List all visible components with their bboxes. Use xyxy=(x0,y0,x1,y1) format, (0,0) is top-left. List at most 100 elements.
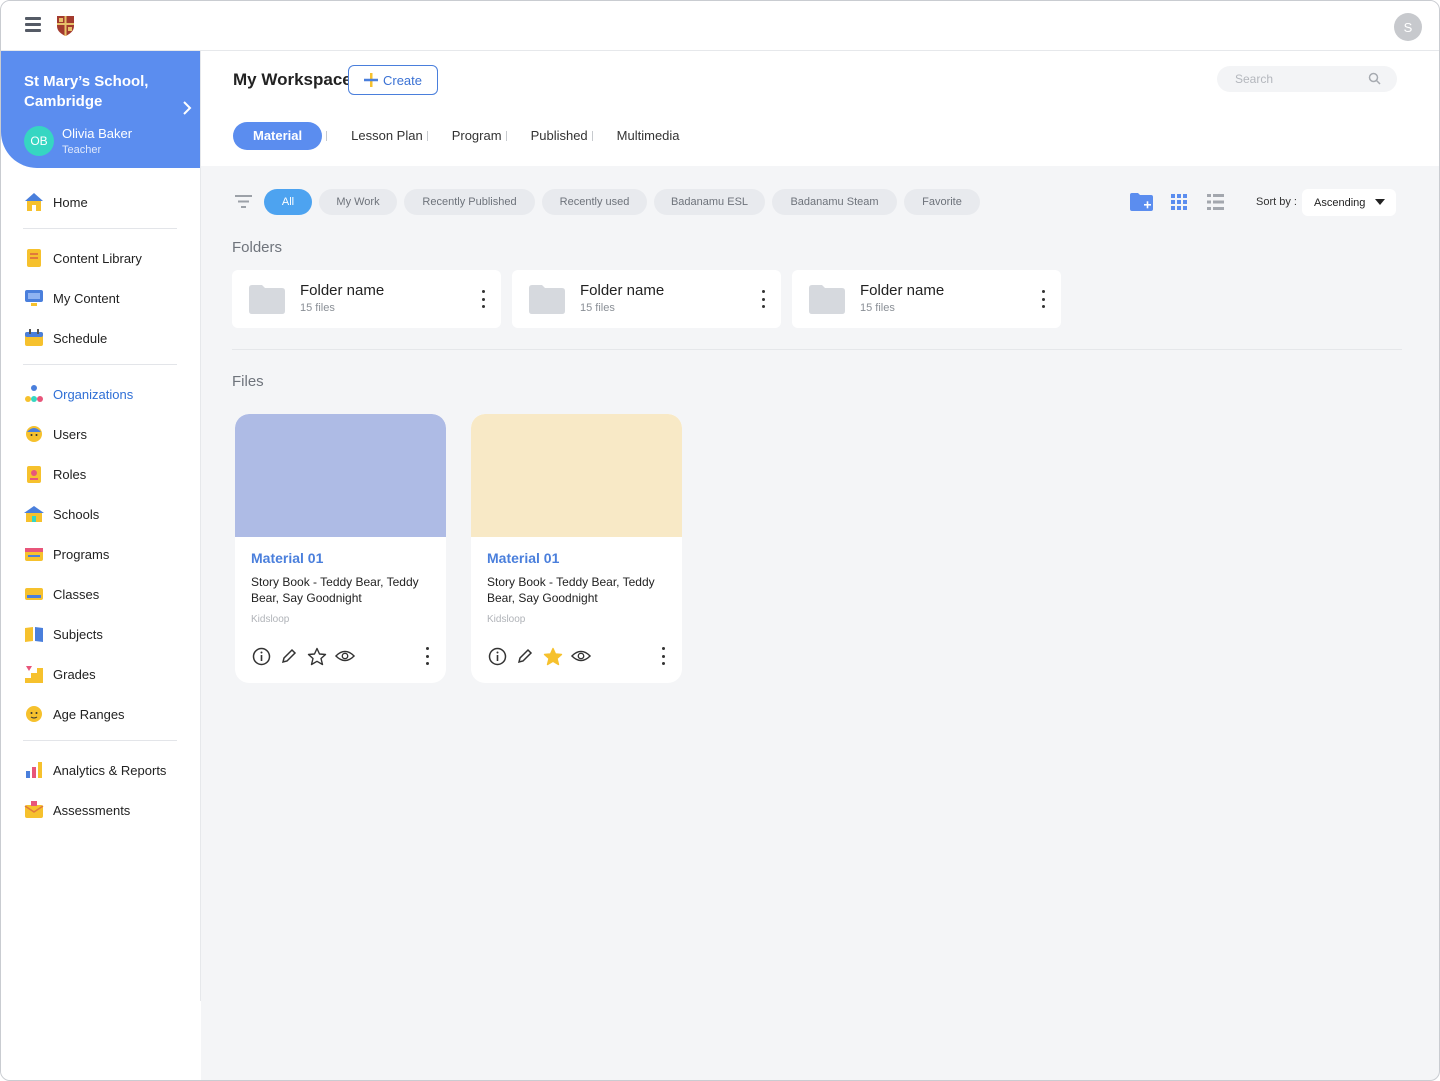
class-icon xyxy=(23,583,45,605)
file-actions xyxy=(251,646,363,666)
folder-icon xyxy=(529,285,565,314)
chip-badanamu-esl[interactable]: Badanamu ESL xyxy=(654,189,765,215)
chip-recently-used[interactable]: Recently used xyxy=(542,189,647,215)
chip-all[interactable]: All xyxy=(264,189,312,215)
workspace-header: My Workspace Create Material Lesson Plan… xyxy=(201,51,1439,166)
monitor-icon xyxy=(23,287,45,309)
sidebar-item-label: Subjects xyxy=(53,626,103,642)
info-icon[interactable] xyxy=(487,646,507,666)
sidebar-item-analytics-reports[interactable]: Analytics & Reports xyxy=(23,758,166,782)
sidebar-item-schools[interactable]: Schools xyxy=(23,502,99,526)
list-view-button[interactable] xyxy=(1203,191,1228,213)
sidebar-item-programs[interactable]: Programs xyxy=(23,542,109,566)
list-view-icon xyxy=(1207,194,1224,210)
organization-name: St Mary’s School, Cambridge xyxy=(24,73,149,110)
face-icon xyxy=(23,703,45,725)
more-vertical-icon[interactable] xyxy=(424,647,430,665)
hamburger-menu-icon[interactable] xyxy=(25,17,42,33)
edit-icon[interactable] xyxy=(515,646,535,666)
sidebar-item-assessments[interactable]: Assessments xyxy=(23,798,130,822)
tab-published[interactable]: Published xyxy=(531,122,588,150)
file-card[interactable]: Material 01 Story Book - Teddy Bear, Ted… xyxy=(235,414,446,683)
eye-icon[interactable] xyxy=(335,646,355,666)
folder-card[interactable]: Folder name 15 files xyxy=(512,270,781,328)
file-description: Story Book - Teddy Bear, Teddy Bear, Say… xyxy=(251,575,419,605)
stairs-icon xyxy=(23,663,45,685)
sidebar-item-subjects[interactable]: Subjects xyxy=(23,622,103,646)
organization-icon xyxy=(23,383,45,405)
tab-separator xyxy=(426,130,428,141)
sidebar: St Mary’s School, Cambridge OB Olivia Ba… xyxy=(1,51,201,1001)
program-icon xyxy=(23,543,45,565)
sort-select[interactable]: Ascending xyxy=(1302,189,1396,216)
file-card[interactable]: Material 01 Story Book - Teddy Bear, Ted… xyxy=(471,414,682,683)
file-description: Story Book - Teddy Bear, Teddy Bear, Say… xyxy=(487,575,655,605)
tab-multimedia[interactable]: Multimedia xyxy=(617,122,680,150)
tab-separator xyxy=(326,130,328,141)
sidebar-item-schedule[interactable]: Schedule xyxy=(23,326,107,350)
sidebar-item-my-content[interactable]: My Content xyxy=(23,286,119,310)
sidebar-item-organizations[interactable]: Organizations xyxy=(23,382,133,406)
sidebar-footer xyxy=(1,1001,201,1080)
tab-material[interactable]: Material xyxy=(233,121,323,150)
folders-heading: Folders xyxy=(232,239,283,256)
new-folder-button[interactable] xyxy=(1129,191,1154,213)
sidebar-item-classes[interactable]: Classes xyxy=(23,582,99,606)
user-role: Teacher xyxy=(62,144,102,156)
tab-separator xyxy=(505,130,507,141)
sidebar-item-label: Grades xyxy=(53,666,96,682)
info-icon[interactable] xyxy=(251,646,271,666)
create-button[interactable]: Create xyxy=(348,65,438,95)
chip-my-work[interactable]: My Work xyxy=(319,189,397,215)
chip-badanamu-steam[interactable]: Badanamu Steam xyxy=(772,189,897,215)
sidebar-item-label: Roles xyxy=(53,466,87,482)
sidebar-item-roles[interactable]: Roles xyxy=(23,462,86,486)
home-icon xyxy=(23,191,45,213)
edit-icon[interactable] xyxy=(279,646,299,666)
nav-divider xyxy=(23,740,177,741)
file-title: Material 01 xyxy=(251,550,324,566)
star-filled-icon[interactable] xyxy=(543,646,563,666)
calendar-icon xyxy=(23,327,45,349)
more-vertical-icon[interactable] xyxy=(480,290,486,308)
chip-favorite[interactable]: Favorite xyxy=(904,189,980,215)
badge-icon xyxy=(23,463,45,485)
sidebar-item-grades[interactable]: Grades xyxy=(23,662,96,686)
sort-value: Ascending xyxy=(1314,196,1366,209)
search-icon[interactable] xyxy=(1368,72,1381,85)
eye-icon[interactable] xyxy=(571,646,591,666)
organization-switcher[interactable]: St Mary’s School, Cambridge OB Olivia Ba… xyxy=(1,51,200,168)
folder-file-count: 15 files xyxy=(300,302,335,314)
filter-icon[interactable] xyxy=(235,194,252,209)
user-avatar[interactable]: S xyxy=(1394,13,1422,41)
folder-file-count: 15 files xyxy=(580,302,615,314)
sidebar-item-label: Assessments xyxy=(53,802,131,818)
more-vertical-icon[interactable] xyxy=(660,647,666,665)
sidebar-item-home[interactable]: Home xyxy=(23,190,88,214)
sort-by-label: Sort by : xyxy=(1256,196,1297,208)
tab-program[interactable]: Program xyxy=(452,122,502,150)
crest-logo-icon[interactable] xyxy=(56,15,75,37)
more-vertical-icon[interactable] xyxy=(1040,290,1046,308)
nav-divider xyxy=(23,228,177,229)
user-icon xyxy=(23,423,45,445)
content-type-tabs: Material Lesson Plan Program Published M… xyxy=(233,121,680,150)
search-input[interactable] xyxy=(1235,69,1365,89)
folder-card[interactable]: Folder name 15 files xyxy=(792,270,1061,328)
sidebar-item-label: Programs xyxy=(53,546,110,562)
grid-view-button[interactable] xyxy=(1166,191,1191,213)
folder-card[interactable]: Folder name 15 files xyxy=(232,270,501,328)
tab-lesson-plan[interactable]: Lesson Plan xyxy=(351,122,423,150)
folder-name: Folder name xyxy=(580,282,665,299)
sidebar-item-label: Age Ranges xyxy=(53,706,125,722)
sidebar-item-label: Users xyxy=(53,426,87,442)
tab-separator xyxy=(591,130,593,141)
sidebar-item-users[interactable]: Users xyxy=(23,422,87,446)
more-vertical-icon[interactable] xyxy=(760,290,766,308)
chip-recently-published[interactable]: Recently Published xyxy=(404,189,535,215)
sidebar-item-content-library[interactable]: Content Library xyxy=(23,246,142,270)
sidebar-item-label: Schools xyxy=(53,506,100,522)
chevron-right-icon[interactable] xyxy=(182,101,192,115)
sidebar-item-age-ranges[interactable]: Age Ranges xyxy=(23,702,125,726)
star-icon[interactable] xyxy=(307,646,327,666)
